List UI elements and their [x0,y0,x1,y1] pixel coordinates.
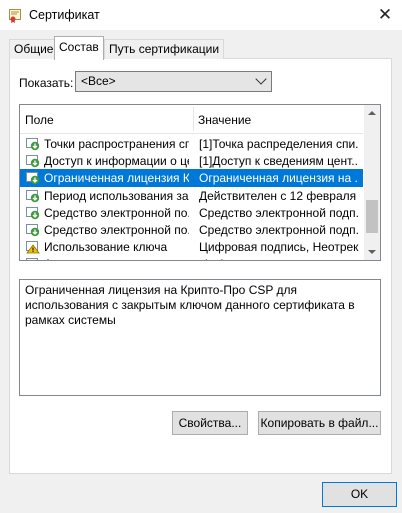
cert-ext-icon [26,189,40,203]
scroll-down-button[interactable] [364,244,380,260]
list-cell-field: Алгоритм отпечатка [44,255,189,260]
show-select[interactable]: <Все> [75,71,272,92]
list-header: Поле Значение [20,105,363,134]
list-cell-value: Ограниченная лицензия на ... [199,171,359,186]
list-cell-value: [1]Доступ к сведениям цент... [199,154,359,169]
list-cell-value: Цифровая подпись, Неотрек... [199,240,359,255]
chevron-down-icon [255,73,267,85]
scrollbar-thumb[interactable] [366,200,378,233]
scroll-down-arrow-icon [368,250,376,254]
list-row[interactable]: Алгоритм отпечатка sha1 [20,255,363,260]
cert-ext-icon [26,137,40,151]
properties-button[interactable]: Свойства... [172,411,248,435]
list-cell-field: Средство электронной по... [44,205,189,220]
list-row[interactable]: Точки распространения сп... [1]Точка расп… [20,135,363,153]
tab-general[interactable]: Общие [9,39,59,59]
list-cell-field: Доступ к информации о це... [44,154,189,169]
scroll-up-arrow-icon [368,111,376,115]
window-title: Сертификат [29,8,100,22]
certificate-icon [9,9,21,23]
list-cell-field: Точки распространения сп... [44,137,189,151]
close-button[interactable]: ✕ [371,2,399,28]
list-row[interactable]: Доступ к информации о це... [1]Доступ к с… [20,152,363,170]
show-select-value: <Все> [81,74,116,88]
list-cell-value: Средство электронной подп... [199,205,359,220]
list-cell-field: Использование ключа [44,240,168,255]
fields-list[interactable]: Поле Значение Точки распространения сп..… [19,104,381,261]
close-icon: ✕ [377,5,393,24]
copy-to-file-button[interactable]: Копировать в файл... [258,411,381,435]
tab-details[interactable]: Состав [54,36,104,60]
cert-ext-icon [26,223,40,237]
vertical-scrollbar[interactable] [364,105,380,260]
list-row[interactable]: Период использования за... Действителен с… [20,187,363,205]
list-row[interactable]: Средство электронной по... Средство элект… [20,204,363,222]
ok-button[interactable]: OK [322,482,397,507]
list-cell-value: Средство электронной подп... [199,223,359,237]
cert-ext-icon [26,257,40,260]
list-row-selected[interactable]: Ограниченная лицензия К... Ограниченная л… [20,169,363,188]
list-cell-field: Средство электронной по... [44,223,189,237]
list-row[interactable]: Использование ключа Цифровая подпись, Нео… [20,238,363,256]
tab-certification-path[interactable]: Путь сертификации [104,39,225,59]
cert-ext-icon [26,206,40,220]
column-header-field[interactable]: Поле [25,113,54,127]
scroll-up-button[interactable] [364,105,380,121]
cert-ext-icon [26,171,40,185]
list-cell-value: sha1 [199,255,359,260]
list-row[interactable]: Средство электронной по... Средство элект… [20,221,363,239]
field-details-text[interactable]: Ограниченная лицензия на Крипто-Про CSP … [19,279,381,396]
list-cell-value: Действителен с 12 февраля ... [199,188,359,203]
cert-ext-icon [26,154,40,168]
list-cell-field: Ограниченная лицензия К... [44,171,189,186]
warning-key-icon [26,240,40,254]
list-cell-field: Период использования за... [44,188,189,203]
column-divider[interactable] [193,107,194,131]
column-header-value[interactable]: Значение [198,113,251,127]
list-cell-value: [1]Точка распределения спи... [199,137,359,151]
show-label: Показать: [19,76,74,90]
